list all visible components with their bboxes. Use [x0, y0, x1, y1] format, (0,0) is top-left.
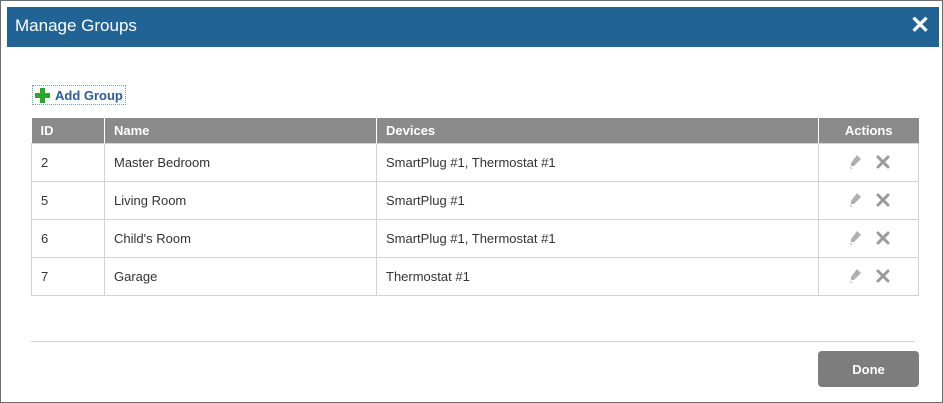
pencil-icon[interactable]	[848, 230, 862, 246]
close-icon[interactable]: ✕	[905, 9, 935, 43]
cell-actions	[818, 256, 919, 296]
pencil-icon[interactable]	[848, 268, 862, 284]
close-x-icon[interactable]	[876, 193, 890, 207]
cell-devices: SmartPlug #1, Thermostat #1	[376, 218, 819, 258]
manage-groups-dialog: Manage Groups ✕ Add Group ID Name Device…	[0, 0, 943, 403]
cell-devices: Thermostat #1	[376, 256, 819, 296]
cell-id: 5	[31, 180, 105, 220]
table-row: 5 Living Room SmartPlug #1	[31, 180, 919, 220]
cell-id: 2	[31, 142, 105, 182]
pencil-icon[interactable]	[848, 154, 862, 170]
cell-id: 6	[31, 218, 105, 258]
cell-actions	[818, 218, 919, 258]
column-header-id: ID	[31, 118, 105, 143]
close-x-icon[interactable]	[876, 155, 890, 169]
cell-id: 7	[31, 256, 105, 296]
cell-name: Garage	[104, 256, 377, 296]
cell-devices: SmartPlug #1, Thermostat #1	[376, 142, 819, 182]
column-header-devices: Devices	[376, 118, 819, 143]
close-x-icon[interactable]	[876, 269, 890, 283]
column-header-actions: Actions	[818, 118, 919, 143]
table-header-row: ID Name Devices Actions	[31, 118, 919, 143]
table-row: 7 Garage Thermostat #1	[31, 256, 919, 296]
groups-table: ID Name Devices Actions 2 Master Bedroom…	[31, 118, 919, 296]
column-header-name: Name	[104, 118, 377, 143]
plus-icon	[35, 87, 50, 103]
cell-actions	[818, 180, 919, 220]
dialog-titlebar: Manage Groups ✕	[7, 7, 939, 47]
done-button[interactable]: Done	[818, 351, 919, 387]
footer-divider	[31, 341, 914, 342]
cell-actions	[818, 142, 919, 182]
cell-name: Child's Room	[104, 218, 377, 258]
pencil-icon[interactable]	[848, 192, 862, 208]
cell-name: Master Bedroom	[104, 142, 377, 182]
add-group-label: Add Group	[55, 87, 123, 103]
table-row: 2 Master Bedroom SmartPlug #1, Thermosta…	[31, 142, 919, 182]
cell-devices: SmartPlug #1	[376, 180, 819, 220]
table-row: 6 Child's Room SmartPlug #1, Thermostat …	[31, 218, 919, 258]
add-group-button[interactable]: Add Group	[32, 85, 126, 105]
dialog-title: Manage Groups	[15, 16, 137, 35]
cell-name: Living Room	[104, 180, 377, 220]
close-x-icon[interactable]	[876, 231, 890, 245]
